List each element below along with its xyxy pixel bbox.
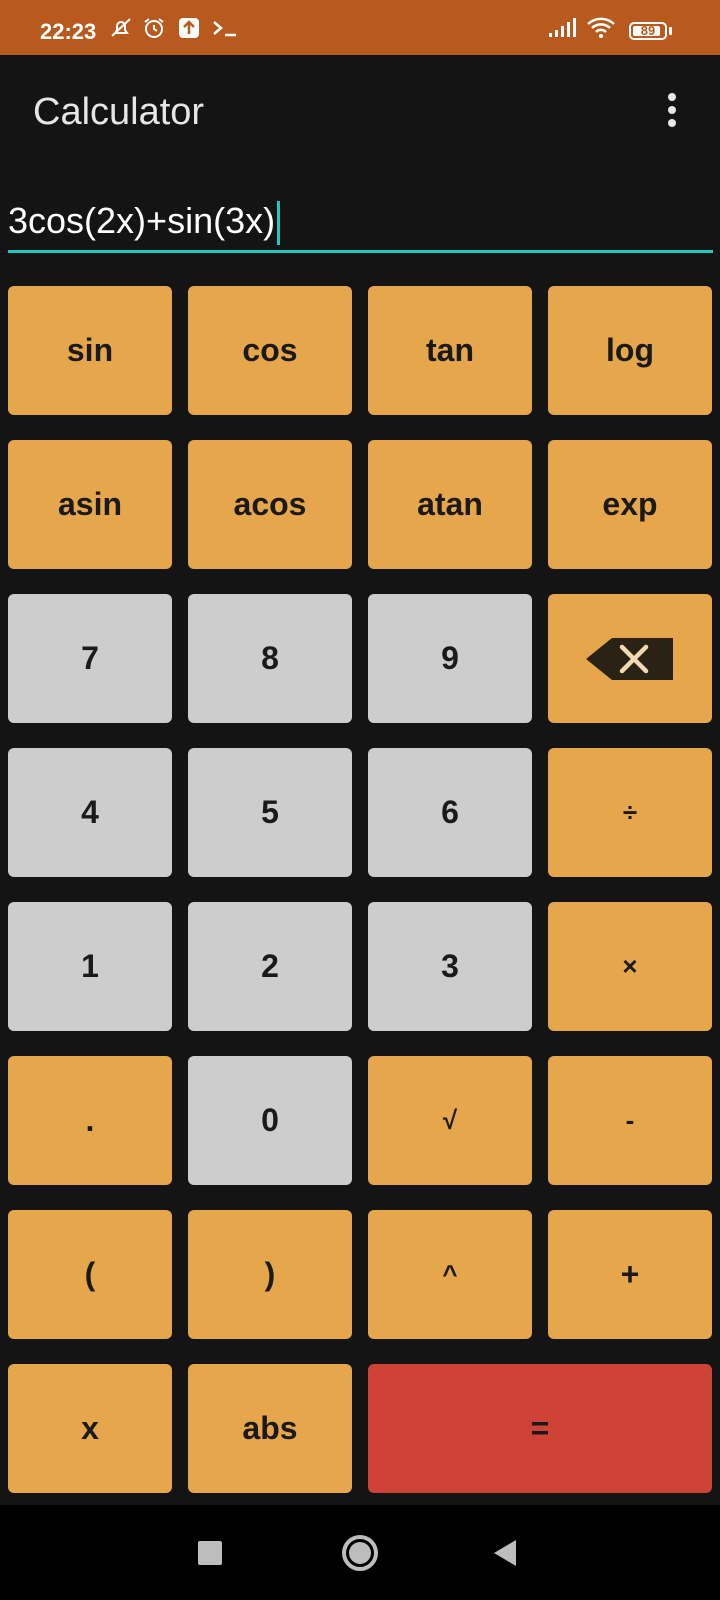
status-bar: 22:23 89 [0,0,720,55]
navigation-bar [0,1505,720,1600]
signal-icon [547,15,577,41]
digit-6-button[interactable]: 6 [368,748,532,877]
log-button[interactable]: log [548,286,712,415]
open-paren-button[interactable]: ( [8,1210,172,1339]
plus-button[interactable]: + [548,1210,712,1339]
wifi-icon [585,15,617,41]
multiply-label: × [622,951,638,981]
digit-1-button[interactable]: 1 [8,902,172,1031]
sqrt-label: √ [442,1105,458,1135]
status-time: 22:23 [40,19,97,44]
battery-level: 89 [640,23,656,38]
digit-2-button[interactable]: 2 [188,902,352,1031]
close-paren-button[interactable]: ) [188,1210,352,1339]
app-bar: Calculator [0,55,720,170]
keypad: sin cos tan log asin acos atan exp 7 8 9… [8,286,713,1493]
digit-5-button[interactable]: 5 [188,748,352,877]
digit-7-button[interactable]: 7 [8,594,172,723]
expression-display[interactable]: 3cos(2x)+sin(3x) [8,200,281,246]
sqrt-button[interactable]: √ [368,1056,532,1185]
atan-button[interactable]: atan [368,440,532,569]
digit-4-button[interactable]: 4 [8,748,172,877]
backspace-button[interactable] [548,594,712,723]
minus-label: - [625,1105,635,1135]
recents-square-icon[interactable] [165,1505,255,1600]
digit-9-button[interactable]: 9 [368,594,532,723]
battery-cap [669,27,672,35]
divide-button[interactable]: ÷ [548,748,712,877]
abs-button[interactable]: abs [188,1364,352,1493]
expression-value: 3cos(2x)+sin(3x) [8,200,276,241]
acos-button[interactable]: acos [188,440,352,569]
cos-button[interactable]: cos [188,286,352,415]
equals-button[interactable]: = [368,1364,712,1493]
asin-button[interactable]: asin [8,440,172,569]
backspace-icon [586,637,673,680]
decimal-point-button[interactable]: . [8,1056,172,1185]
alarm-icon [141,15,167,41]
digit-8-button[interactable]: 8 [188,594,352,723]
mute-icon [108,15,134,41]
text-cursor [277,201,281,246]
app-title: Calculator [33,91,205,133]
overflow-menu-icon[interactable] [664,93,680,133]
digit-0-button[interactable]: 0 [188,1056,352,1185]
power-label: ^ [442,1259,458,1289]
power-button[interactable]: ^ [368,1210,532,1339]
tan-button[interactable]: tan [368,286,532,415]
exp-button[interactable]: exp [548,440,712,569]
terminal-icon [210,15,240,41]
upload-icon [176,15,202,41]
divide-label: ÷ [622,797,638,827]
sin-button[interactable]: sin [8,286,172,415]
multiply-button[interactable]: × [548,902,712,1031]
variable-x-button[interactable]: x [8,1364,172,1493]
minus-button[interactable]: - [548,1056,712,1185]
digit-3-button[interactable]: 3 [368,902,532,1031]
expression-field[interactable]: 3cos(2x)+sin(3x) [8,190,713,253]
home-circle-icon[interactable] [315,1505,405,1600]
back-triangle-icon[interactable] [460,1505,550,1600]
battery-icon: 89 [629,22,667,40]
